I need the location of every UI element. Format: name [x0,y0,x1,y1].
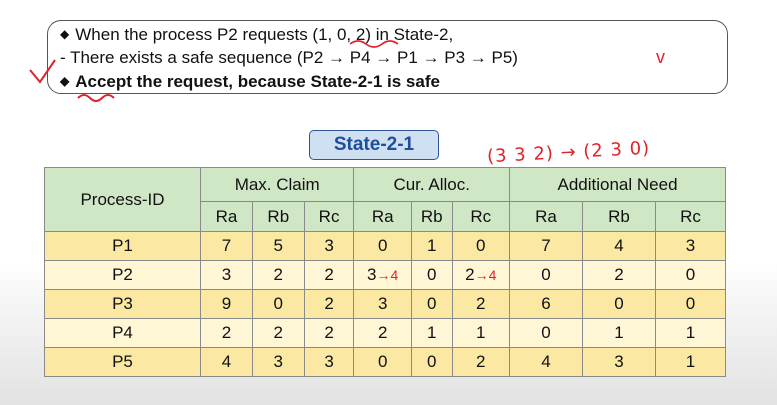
sub-header: Ra [353,201,412,232]
table-cell: 0 [410,347,453,377]
red-underline-squiggle [77,94,115,102]
table-cell: 1 [582,318,656,348]
table-cell: 2 [251,260,305,290]
red-check-mark: v [656,47,665,67]
table-cell: 2 [251,318,305,348]
table-cell: 7 [200,231,253,261]
table-cell: 0 [251,289,305,319]
table-cell: 0 [353,231,412,261]
table-cell: 3 [582,347,656,377]
table-cell: 1 [410,318,453,348]
table-cell: 2 [582,260,656,290]
handwritten-annotation: →4 [376,267,399,283]
table-cell: 7 [509,231,584,261]
table-cell: 0 [654,260,727,290]
table-cell: 3 [303,231,355,261]
sub-header: Rb [251,201,305,232]
table-cell: 3 [303,347,355,377]
state-title: State-2-1 [309,130,439,160]
table-cell: 0 [654,289,727,319]
handwritten-note: (3 3 2) → (2 3 0) [486,137,651,168]
sub-header: Rc [451,201,511,232]
notes-box: ◆ When the process P2 requests (1, 0, 2) … [47,20,728,94]
sub-header: Rb [582,201,656,232]
handwritten-annotation: →4 [474,267,497,283]
table-row: P4 2 2 2 2 1 1 0 1 1 [44,318,727,348]
table-row: P2 3 2 2 3→4 0 2→4 0 2 0 [44,260,727,290]
table-cell: 1 [410,231,453,261]
process-id-cell: P5 [44,347,201,377]
cell-value: 3 [367,265,377,284]
sub-header: Rc [303,201,355,232]
group-header-additional-need: Additional Need [509,167,726,202]
table-cell: 6 [509,289,584,319]
table-cell: 4 [509,347,584,377]
table-cell: 2 [353,318,412,348]
process-id-header: Process-ID [44,167,201,232]
table-cell: 1 [451,318,511,348]
group-header-cur-alloc: Cur. Alloc. [353,167,511,202]
bullet-icon: ◆ [60,74,70,88]
table-cell: 2→4 [451,260,511,290]
table-row: P1 7 5 3 0 1 0 7 4 3 [44,231,727,261]
table-cell: 3→4 [353,260,412,290]
sub-header: Ra [200,201,253,232]
table-cell: 2 [200,318,253,348]
table-cell: 0 [509,318,584,348]
table-cell: 0 [451,231,511,261]
table-cell: 3 [200,260,253,290]
table-cell: 0 [509,260,584,290]
table-cell: 9 [200,289,253,319]
table-cell: 1 [654,347,727,377]
process-id-cell: P4 [44,318,201,348]
table-cell: 0 [410,289,453,319]
table-cell: 2 [451,289,511,319]
process-id-cell: P2 [44,260,201,290]
note-line-2: - There exists a safe sequence (P2 → P4 … [60,48,518,67]
table-cell: 3 [353,289,412,319]
bullet-icon: ◆ [60,27,70,41]
table-cell: 3 [654,231,727,261]
table-cell: 2 [451,347,511,377]
process-id-cell: P1 [44,231,201,261]
group-header-max-claim: Max. Claim [199,167,355,202]
cell-value: 2 [465,265,475,284]
table-cell: 3 [251,347,305,377]
table-cell: 0 [353,347,412,377]
state-table: Process-ID Max. Claim Cur. Alloc. Additi… [44,167,727,377]
table-cell: 4 [200,347,253,377]
table-cell: 5 [251,231,305,261]
table-cell: 0 [582,289,656,319]
table-cell: 0 [410,260,453,290]
table-cell: 2 [303,260,355,290]
process-id-cell: P3 [44,289,201,319]
table-cell: 1 [654,318,727,348]
table-row: P5 4 3 3 0 0 2 4 3 1 [44,347,727,377]
table-cell: 2 [303,289,355,319]
note-line-3: ◆ Accept the request, because State-2-1 i… [60,72,440,91]
table-cell: 2 [303,318,355,348]
table-cell: 4 [582,231,656,261]
sub-header: Ra [509,201,584,232]
sub-header: Rc [654,201,727,232]
note-line-1: ◆ When the process P2 requests (1, 0, 2) … [60,25,454,44]
sub-header: Rb [410,201,453,232]
table-row: P3 9 0 2 3 0 2 6 0 0 [44,289,727,319]
